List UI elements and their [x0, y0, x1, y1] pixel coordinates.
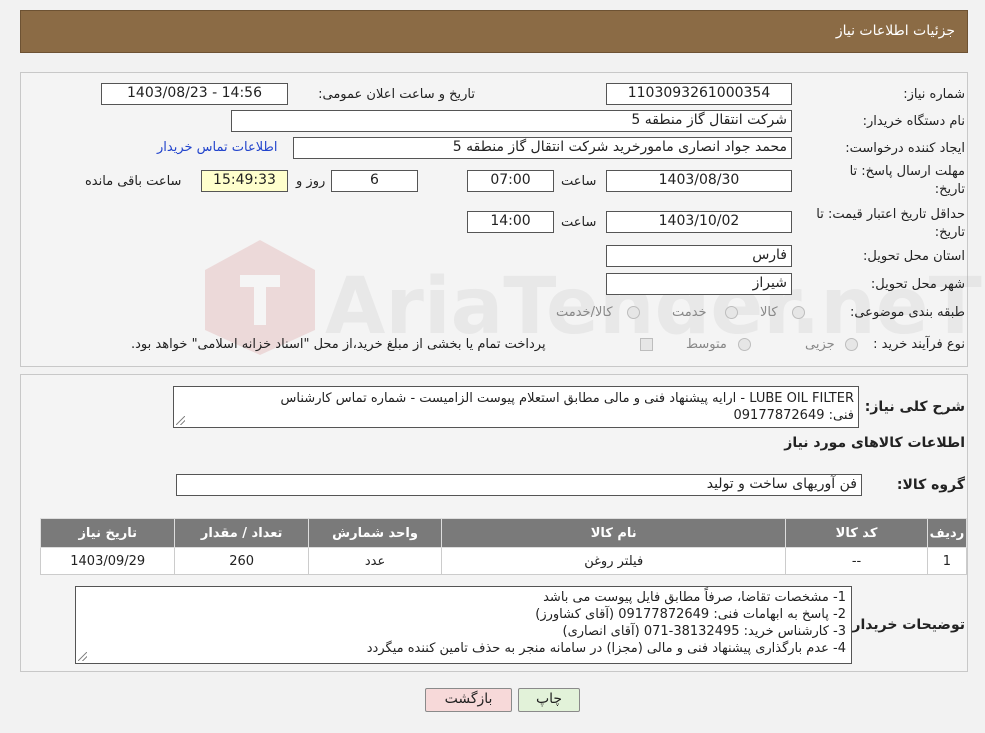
- resize-grip-icon[interactable]: [78, 652, 87, 661]
- page-title: جزئیات اطلاعات نیاز: [835, 23, 955, 39]
- category-label: طبقه بندی موضوعی:: [849, 305, 965, 320]
- remaining-time-label: ساعت باقی مانده: [85, 174, 182, 189]
- validity-time-field: 14:00: [467, 211, 554, 233]
- category-option-goods: کالا: [760, 305, 778, 320]
- deadline-label: مهلت ارسال پاسخ: تا: [849, 164, 965, 179]
- deadline-date-field: 1403/08/30: [606, 170, 792, 192]
- goods-group-field: فن آوریهای ساخت و تولید: [176, 474, 862, 496]
- cell-row: 1: [926, 547, 968, 575]
- buyer-org-field: شرکت انتقال گاز منطقه 5: [231, 110, 792, 132]
- creator-label: ایجاد کننده درخواست:: [845, 141, 965, 156]
- col-code-header: کد کالا: [785, 518, 928, 548]
- buyer-note-line-3: 3- کارشناس خرید: 38132495-071 (آقای انصا…: [562, 624, 846, 639]
- treasury-checkbox[interactable]: [640, 338, 653, 351]
- buyer-notes-textarea: 1- مشخصات تقاضا، صرفاً مطابق فایل پیوست …: [75, 586, 852, 664]
- deadline-time-label: ساعت: [561, 174, 597, 189]
- province-field: فارس: [606, 245, 792, 267]
- goods-info-title: اطلاعات کالاهای مورد نیاز: [784, 435, 965, 451]
- buyer-contact-link[interactable]: اطلاعات تماس خریدار: [157, 140, 277, 155]
- cell-name: فیلتر روغن: [441, 547, 787, 575]
- cell-unit: عدد: [307, 547, 443, 575]
- table-header-row: ردیف کد کالا نام کالا واحد شمارش تعداد /…: [39, 518, 968, 548]
- buyer-note-line-2: 2- پاسخ به ابهامات فنی: 09177872649 (آقا…: [535, 607, 846, 622]
- remaining-time-field: 15:49:33: [201, 170, 288, 192]
- validity-time-label: ساعت: [561, 215, 597, 230]
- process-radio-minor[interactable]: [845, 338, 858, 351]
- need-number-label: شماره نیاز:: [903, 87, 965, 102]
- buyer-notes-label: توضیحات خریدار:: [846, 617, 965, 633]
- validity-label: حداقل تاریخ اعتبار قیمت: تا: [816, 207, 965, 222]
- col-unit-header: واحد شمارش: [307, 518, 443, 548]
- city-field: شیراز: [606, 273, 792, 295]
- print-button[interactable]: چاپ: [518, 688, 580, 712]
- col-date-header: تاریخ نیاز: [39, 518, 176, 548]
- resize-grip-icon[interactable]: [176, 416, 185, 425]
- need-number-field: 1103093261000354: [606, 83, 792, 105]
- col-name-header: نام کالا: [441, 518, 787, 548]
- buyer-note-line-4: 4- عدم بارگذاری پیشنهاد فنی و مالی (مجزا…: [366, 641, 846, 656]
- col-row-header: ردیف: [926, 518, 968, 548]
- process-note: پرداخت تمام یا بخشی از مبلغ خرید،از محل …: [131, 337, 546, 352]
- validity-date-field: 1403/10/02: [606, 211, 792, 233]
- province-label: استان محل تحویل:: [863, 249, 965, 264]
- category-radio-service[interactable]: [725, 306, 738, 319]
- summary-label: شرح کلی نیاز:: [864, 399, 965, 415]
- process-option-medium: متوسط: [686, 337, 727, 352]
- days-label: روز و: [296, 174, 326, 189]
- cell-code: --: [785, 547, 928, 575]
- summary-text-line-1: LUBE OIL FILTER - ارایه پیشنهاد فنی و ما…: [280, 391, 854, 406]
- category-radio-goods-service[interactable]: [627, 306, 640, 319]
- creator-field: محمد جواد انصاری مامورخرید شرکت انتقال گ…: [293, 137, 792, 159]
- col-qty-header: تعداد / مقدار: [174, 518, 309, 548]
- deadline-label-date: تاریخ:: [934, 182, 965, 197]
- goods-table: ردیف کد کالا نام کالا واحد شمارش تعداد /…: [39, 518, 968, 575]
- category-option-service: خدمت: [672, 305, 707, 320]
- process-radio-medium[interactable]: [738, 338, 751, 351]
- buyer-note-line-1: 1- مشخصات تقاضا، صرفاً مطابق فایل پیوست …: [543, 590, 846, 605]
- summary-text-line-2: فنی: 09177872649: [733, 408, 854, 423]
- category-option-goods-service: کالا/خدمت: [556, 305, 613, 320]
- buyer-org-label: نام دستگاه خریدار:: [862, 114, 965, 129]
- announce-label: تاریخ و ساعت اعلان عمومی:: [318, 87, 475, 102]
- deadline-time-field: 07:00: [467, 170, 554, 192]
- city-label: شهر محل تحویل:: [870, 277, 965, 292]
- days-remaining-field: 6: [331, 170, 418, 192]
- category-radio-goods[interactable]: [792, 306, 805, 319]
- validity-label-date: تاریخ:: [934, 225, 965, 240]
- table-row[interactable]: 1 -- فیلتر روغن عدد 260 1403/09/29: [39, 547, 968, 575]
- page-header: جزئیات اطلاعات نیاز: [20, 10, 968, 53]
- cell-date: 1403/09/29: [39, 547, 176, 575]
- summary-textarea: LUBE OIL FILTER - ارایه پیشنهاد فنی و ما…: [173, 386, 859, 428]
- back-button[interactable]: بازگشت: [425, 688, 512, 712]
- process-label: نوع فرآیند خرید :: [873, 337, 965, 352]
- announce-field: 1403/08/23 - 14:56: [101, 83, 288, 105]
- process-option-minor: جزیی: [805, 337, 835, 352]
- goods-group-label: گروه کالا:: [896, 477, 965, 493]
- cell-qty: 260: [174, 547, 309, 575]
